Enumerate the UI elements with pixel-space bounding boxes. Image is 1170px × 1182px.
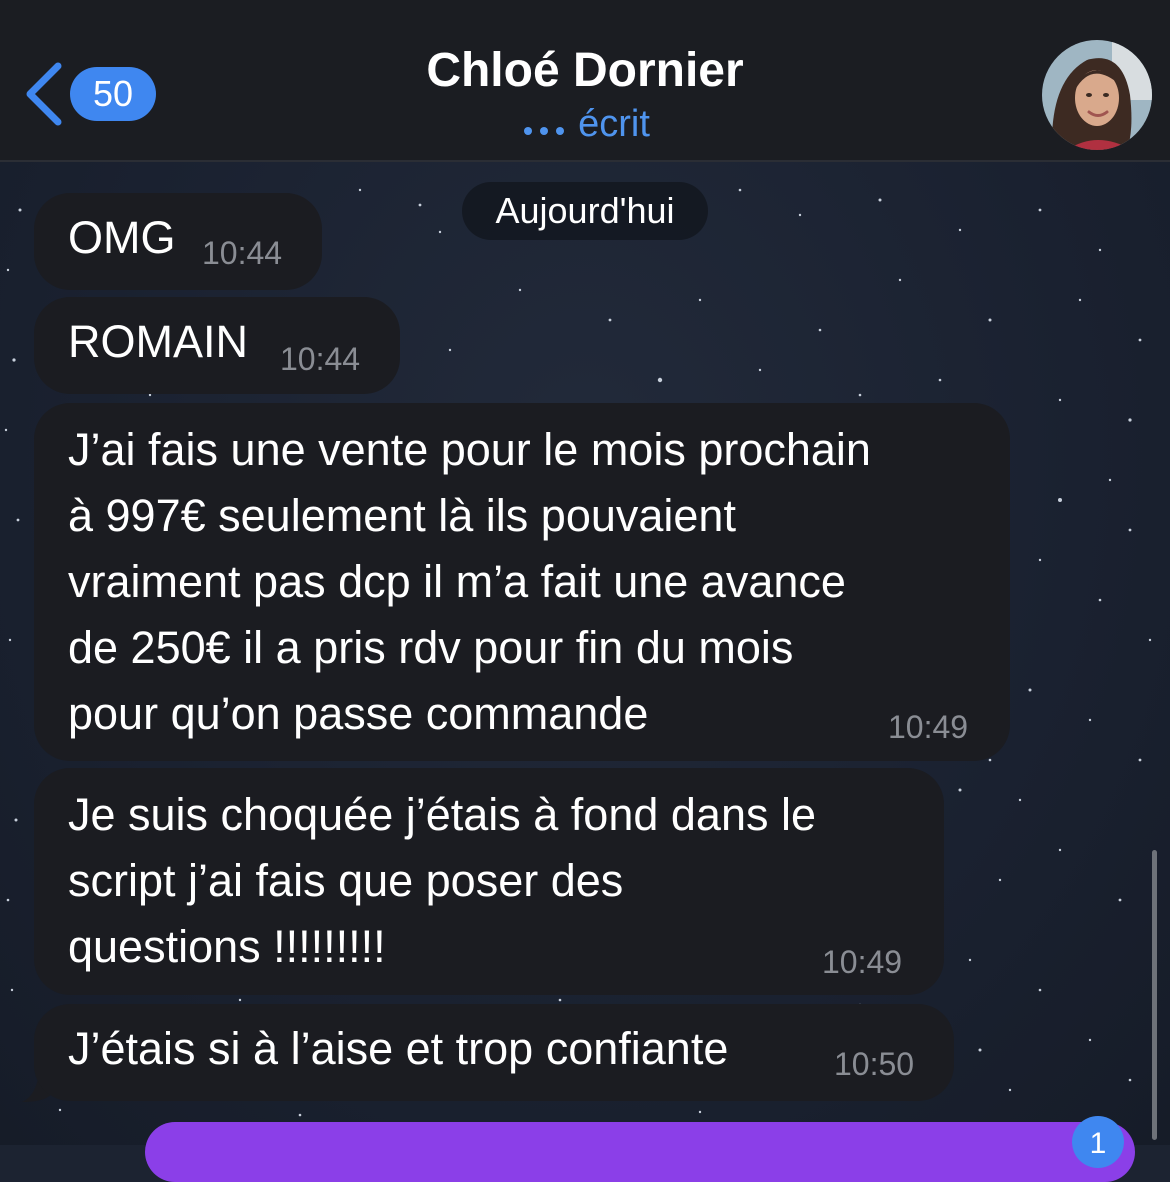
message-time: 10:49 bbox=[888, 709, 969, 745]
typing-dots-icon bbox=[520, 99, 568, 147]
message-time: 10:44 bbox=[280, 341, 361, 377]
typing-status: écrit bbox=[0, 100, 1170, 148]
message-bubble[interactable]: J’ai fais une vente pour le mois prochai… bbox=[34, 403, 1010, 761]
contact-name[interactable]: Chloé Dornier bbox=[0, 40, 1170, 102]
new-messages-count-badge[interactable]: 1 bbox=[1072, 1116, 1124, 1168]
message-bubble[interactable]: J’étais si à l’aise et trop confiante 10… bbox=[34, 1004, 954, 1101]
outgoing-message-bubble[interactable] bbox=[145, 1122, 1135, 1182]
message-bubble[interactable]: OMG 10:44 bbox=[34, 193, 322, 290]
message-text: Je suis choquée j’étais à fond dans le s… bbox=[68, 789, 816, 972]
message-bubble[interactable]: Je suis choquée j’étais à fond dans le s… bbox=[34, 768, 944, 995]
scrollbar[interactable] bbox=[1152, 850, 1157, 1140]
message-text: J’ai fais une vente pour le mois prochai… bbox=[68, 424, 871, 739]
message-time: 10:44 bbox=[202, 235, 283, 271]
chat-header: 50 Chloé Dornier écrit bbox=[0, 0, 1170, 162]
message-bubble[interactable]: ROMAIN 10:44 bbox=[34, 297, 400, 394]
message-text: OMG bbox=[68, 212, 176, 263]
avatar[interactable] bbox=[1042, 40, 1152, 150]
message-text: ROMAIN bbox=[68, 316, 248, 367]
status-text: écrit bbox=[578, 103, 650, 145]
date-separator: Aujourd'hui bbox=[462, 182, 708, 240]
message-text: J’étais si à l’aise et trop confiante bbox=[68, 1023, 729, 1074]
message-time: 10:50 bbox=[834, 1046, 915, 1082]
message-time: 10:49 bbox=[822, 944, 903, 980]
